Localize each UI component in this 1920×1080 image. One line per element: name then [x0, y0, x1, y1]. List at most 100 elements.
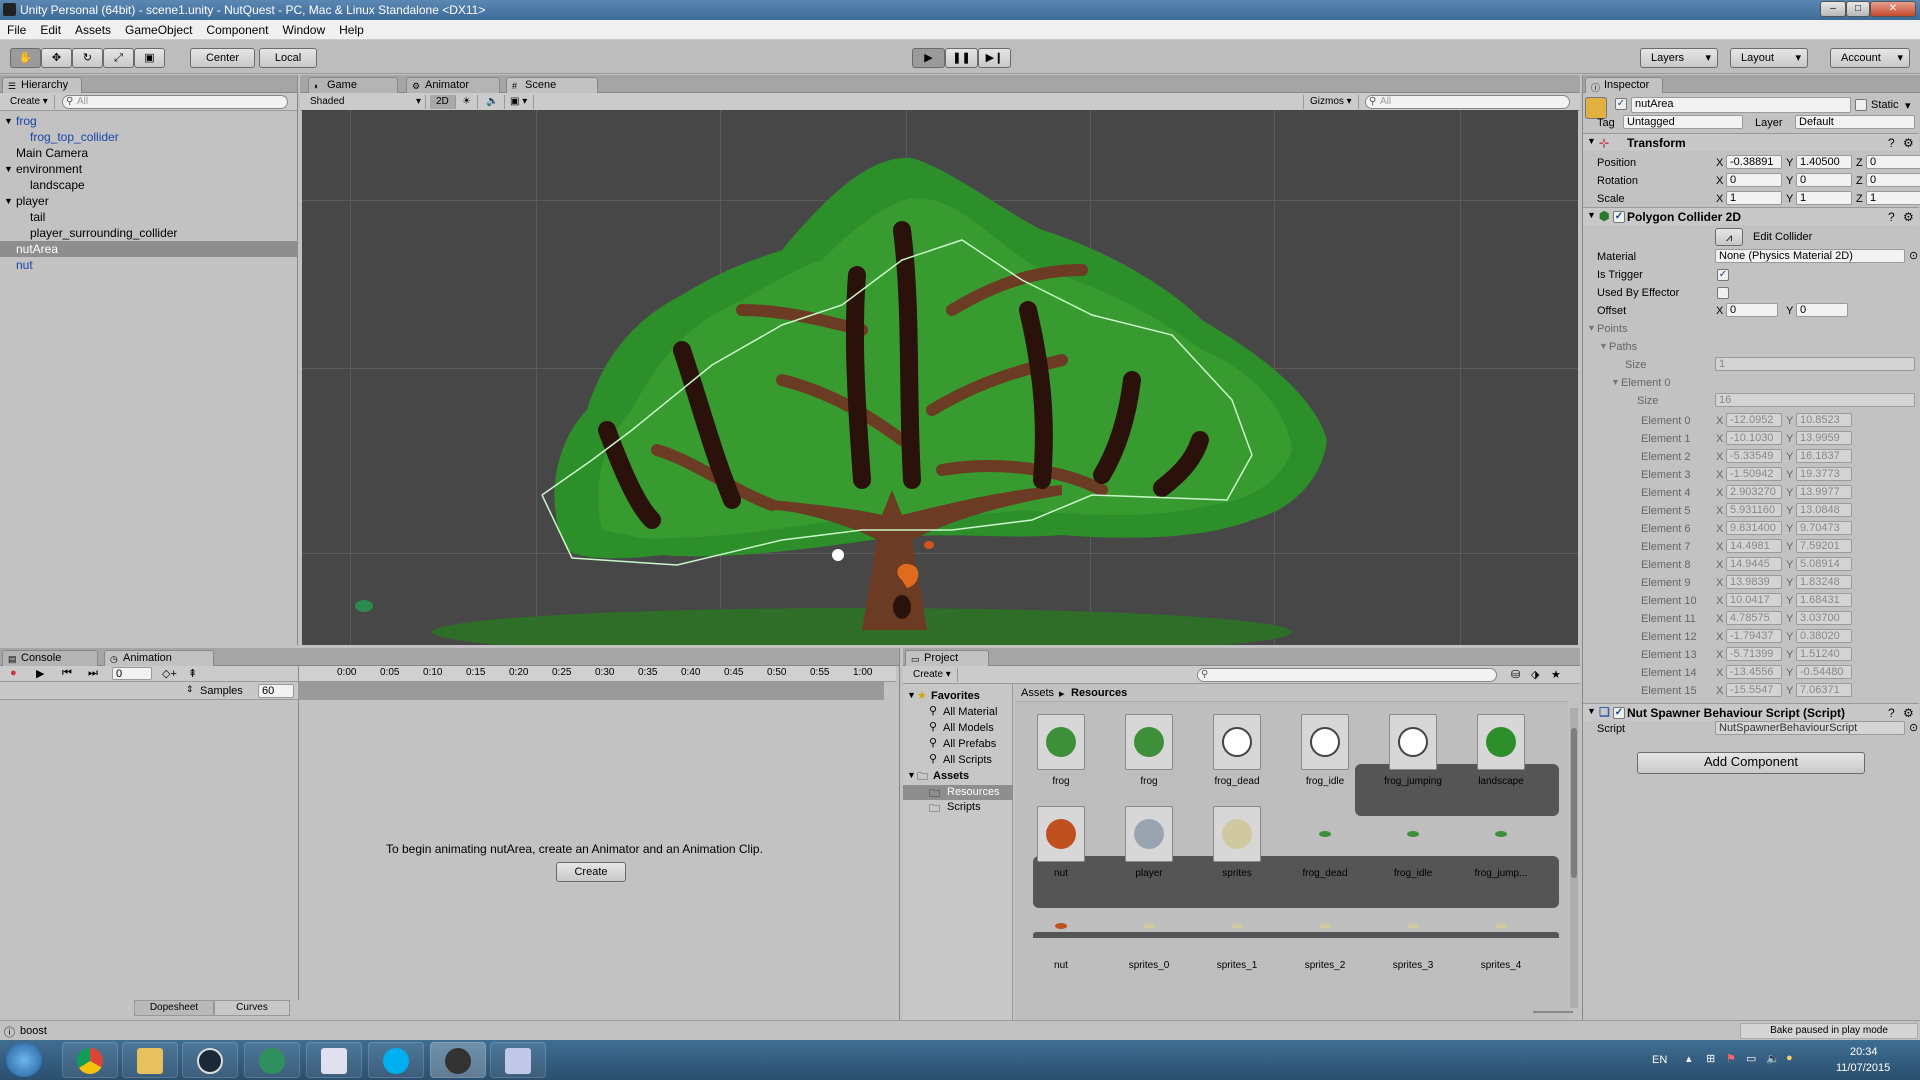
expand-arrow-icon[interactable]: ▼ [4, 193, 13, 209]
collider-enabled-checkbox[interactable]: ✓ [1613, 211, 1625, 223]
position-x-field[interactable]: -0.38891 [1726, 155, 1782, 169]
gear-icon[interactable]: ⚙ [1903, 210, 1914, 224]
windows-tray-icon[interactable]: ⊞ [1706, 1052, 1715, 1065]
menu-help[interactable]: Help [332, 20, 371, 37]
create-animation-button[interactable]: Create [556, 862, 626, 882]
asset-item[interactable]: frog [1021, 714, 1101, 787]
effects-toggle-icon[interactable]: ▣ ▾ [504, 95, 535, 109]
curves-tab[interactable]: Curves [214, 1000, 290, 1016]
expand-arrow-icon[interactable]: ▼ [1611, 377, 1620, 387]
pivot-local-button[interactable]: Local [259, 48, 317, 68]
asset-item[interactable]: landscape [1461, 714, 1541, 787]
audio-toggle-icon[interactable]: 🔈 [480, 95, 506, 109]
used-by-effector-checkbox[interactable] [1717, 287, 1729, 299]
filter-label-icon[interactable]: ⬗ [1531, 668, 1539, 681]
scale-x-field[interactable]: 1 [1726, 191, 1782, 205]
rotation-z-field[interactable]: 0 [1866, 173, 1920, 187]
layer-dropdown[interactable]: Default [1795, 115, 1915, 129]
hierarchy-item[interactable]: player_surrounding_collider [0, 225, 298, 241]
skype-app-icon[interactable] [368, 1042, 424, 1078]
is-trigger-checkbox[interactable]: ✓ [1717, 269, 1729, 281]
edit-collider-label[interactable]: Edit Collider [1753, 231, 1812, 243]
asset-item[interactable]: frog_dead [1285, 806, 1365, 879]
project-search-input[interactable] [1197, 668, 1497, 682]
tray-arrow-icon[interactable]: ▴ [1686, 1052, 1692, 1065]
play-icon[interactable]: ▶ [36, 667, 44, 680]
offset-x-field[interactable]: 0 [1726, 303, 1778, 317]
asset-item[interactable]: sprites_1 [1197, 898, 1277, 971]
asset-item[interactable]: frog_idle [1285, 714, 1365, 787]
hierarchy-item[interactable]: ▼ frog [0, 113, 298, 129]
scale-z-field[interactable]: 1 [1866, 191, 1920, 205]
menu-gameobject[interactable]: GameObject [118, 20, 199, 37]
prev-key-icon[interactable]: ⏮ [62, 667, 72, 680]
expand-arrow-icon[interactable]: ▼ [907, 770, 916, 780]
chrome-app-icon[interactable] [62, 1042, 118, 1078]
timeline-ruler[interactable]: 0:00 0:05 0:10 0:15 0:20 0:25 0:30 0:35 0:40 0:45… [298, 666, 896, 682]
object-name-field[interactable]: nutArea [1631, 97, 1851, 113]
tab-project[interactable]: ▭ Project [905, 650, 989, 666]
tab-game[interactable]: ◐ Game [308, 77, 398, 93]
expand-arrow-icon[interactable]: ▼ [1599, 341, 1608, 351]
asset-item[interactable]: frog_jump... [1461, 806, 1541, 879]
zoom-slider[interactable] [1533, 1011, 1573, 1013]
add-keyframe-icon[interactable]: ◇+ [162, 667, 177, 680]
project-create-button[interactable]: Create ▾ [907, 668, 958, 682]
active-checkbox[interactable]: ✓ [1615, 98, 1627, 110]
asset-item[interactable]: sprites_3 [1373, 898, 1453, 971]
tag-dropdown[interactable]: Untagged [1623, 115, 1743, 129]
asset-item[interactable]: frog_jumping [1373, 714, 1453, 787]
folder-scripts-label[interactable]: Scripts [947, 801, 981, 813]
network-app-icon[interactable] [306, 1042, 362, 1078]
pause-button-icon[interactable]: ❚❚ [945, 48, 978, 68]
language-indicator[interactable]: EN [1652, 1054, 1667, 1066]
expand-arrow-icon[interactable]: ▼ [907, 690, 916, 700]
rect-tool-icon[interactable]: ▣ [134, 48, 165, 68]
asset-item[interactable]: nut [1021, 806, 1101, 879]
tab-animator[interactable]: ⚙ Animator [406, 77, 500, 93]
mode-2d-toggle[interactable]: 2D [430, 95, 456, 109]
favorite-item[interactable]: All Scripts [943, 754, 992, 766]
favorite-item[interactable]: All Prefabs [943, 738, 996, 750]
maximize-button[interactable]: □ [1846, 1, 1870, 17]
menu-assets[interactable]: Assets [68, 20, 118, 37]
hierarchy-item[interactable]: ▼ player [0, 193, 298, 209]
pivot-center-button[interactable]: Center [190, 48, 255, 68]
hierarchy-item[interactable]: Main Camera [0, 145, 298, 161]
tab-scene[interactable]: # Scene [506, 77, 598, 93]
hierarchy-item[interactable]: landscape [0, 177, 298, 193]
start-button-icon[interactable] [6, 1043, 42, 1077]
scene-search-input[interactable]: All [1365, 95, 1570, 109]
atom-app-icon[interactable] [244, 1042, 300, 1078]
hierarchy-create-button[interactable]: Create ▾ [4, 95, 55, 109]
breadcrumb-resources[interactable]: Resources [1071, 687, 1127, 699]
asset-item[interactable]: sprites [1197, 806, 1277, 879]
visual-studio-icon[interactable] [490, 1042, 546, 1078]
gear-icon[interactable]: ⚙ [1903, 706, 1914, 720]
position-z-field[interactable]: 0 [1866, 155, 1920, 169]
account-dropdown[interactable]: Account [1830, 48, 1910, 68]
rotation-x-field[interactable]: 0 [1726, 173, 1782, 187]
gizmos-dropdown[interactable]: Gizmos ▾ [1303, 95, 1359, 109]
star-icon[interactable]: ★ [1551, 668, 1561, 681]
unity-app-taskbar-icon[interactable] [430, 1042, 486, 1078]
chevron-updown-icon[interactable]: ⇕ [186, 684, 194, 695]
favorite-item[interactable]: All Material [943, 706, 997, 718]
hierarchy-item[interactable]: nut [0, 257, 298, 273]
asset-item[interactable]: frog_idle [1373, 806, 1453, 879]
gear-icon[interactable]: ⚙ [1903, 136, 1914, 150]
scale-tool-icon[interactable]: ⤢ [103, 48, 134, 68]
clock-date[interactable]: 11/07/2015 [1836, 1062, 1890, 1074]
position-y-field[interactable]: 1.40500 [1796, 155, 1852, 169]
play-button-icon[interactable]: ▶ [912, 48, 945, 68]
hand-tool-icon[interactable]: ✋ [10, 48, 41, 68]
asset-item[interactable]: player [1109, 806, 1189, 879]
step-button-icon[interactable]: ▶❙ [978, 48, 1011, 68]
static-checkbox[interactable] [1855, 99, 1867, 111]
rotation-y-field[interactable]: 0 [1796, 173, 1852, 187]
asset-item[interactable]: frog [1109, 714, 1189, 787]
breadcrumb-assets[interactable]: Assets [1021, 687, 1054, 699]
file-explorer-icon[interactable] [122, 1042, 178, 1078]
script-enabled-checkbox[interactable]: ✓ [1613, 707, 1625, 719]
expand-arrow-icon[interactable]: ▼ [1587, 323, 1596, 333]
